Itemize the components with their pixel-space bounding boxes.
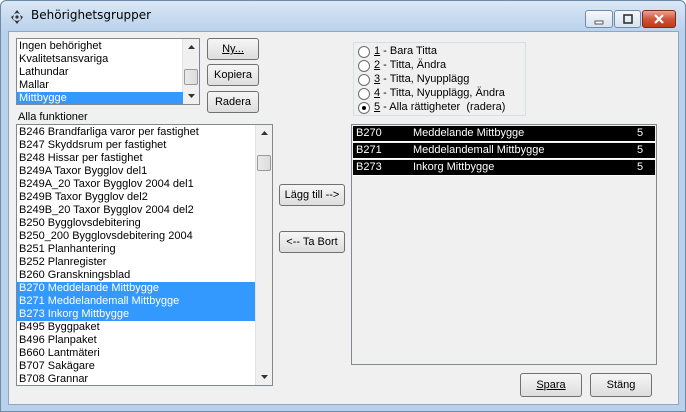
group-item[interactable]: Kvalitetsansvariga bbox=[17, 53, 183, 66]
assigned-code: B270 bbox=[356, 127, 382, 139]
close-dialog-button[interactable]: Stäng bbox=[590, 373, 652, 397]
close-button[interactable] bbox=[642, 10, 676, 28]
minimize-icon bbox=[594, 20, 604, 25]
rights-option-label: 3 - Titta, Nyupplägg bbox=[374, 73, 469, 86]
assigned-name: Meddelande Mittbygge bbox=[413, 127, 525, 139]
function-item[interactable]: B247 Skyddsrum per fastighet bbox=[17, 139, 255, 152]
assigned-code: B271 bbox=[356, 144, 382, 156]
scroll-thumb[interactable] bbox=[257, 155, 271, 171]
assigned-name: Meddelandemall Mittbygge bbox=[413, 144, 545, 156]
function-item[interactable]: B251 Planhantering bbox=[17, 243, 255, 256]
client-area: Ingen behörighet Kvalitetsansvariga Lathun… bbox=[8, 31, 679, 405]
scroll-down-arrow[interactable] bbox=[256, 369, 272, 385]
rights-radio-group: 1 - Bara Titta 2 - Titta, Ändra 3 - Titta,… bbox=[353, 42, 526, 116]
group-item[interactable]: Ingen behörighet bbox=[17, 40, 183, 53]
maximize-button[interactable] bbox=[614, 10, 641, 28]
function-item[interactable]: B496 Planpaket bbox=[17, 334, 255, 347]
delete-group-label: Radera bbox=[214, 96, 252, 108]
assigned-name: Inkorg Mittbygge bbox=[413, 161, 495, 173]
app-window: Behörighetsgrupper Ingen behörighet Kval… bbox=[0, 0, 686, 412]
function-item[interactable]: B252 Planregister bbox=[17, 256, 255, 269]
delete-group-button[interactable]: Radera bbox=[207, 91, 259, 113]
new-group-button[interactable]: Ny... bbox=[207, 38, 259, 60]
save-button[interactable]: Spara bbox=[520, 373, 582, 397]
remove-function-button[interactable]: <-- Ta Bort bbox=[279, 231, 345, 253]
functions-label: Alla funktioner bbox=[18, 111, 88, 123]
app-icon bbox=[11, 10, 23, 24]
radio-button[interactable] bbox=[358, 45, 370, 58]
close-icon bbox=[654, 14, 664, 24]
assigned-row[interactable]: B271 Meddelandemall Mittbygge 5 bbox=[353, 143, 655, 159]
function-item[interactable]: B249A Taxor Bygglov del1 bbox=[17, 165, 255, 178]
add-function-button[interactable]: Lägg till --> bbox=[279, 184, 345, 206]
functions-scrollbar[interactable] bbox=[255, 125, 272, 385]
copy-group-label: Kopiera bbox=[214, 69, 252, 81]
assigned-level: 5 bbox=[637, 161, 644, 173]
chevron-up-icon bbox=[260, 131, 268, 135]
radio-button[interactable] bbox=[358, 101, 370, 114]
function-item[interactable]: B707 Sakägare bbox=[17, 360, 255, 373]
rights-option-5[interactable]: 5 - Alla rättigheter (radera) bbox=[358, 101, 505, 114]
rights-option-2[interactable]: 2 - Titta, Ändra bbox=[358, 59, 446, 72]
new-group-label: Ny... bbox=[222, 43, 244, 55]
chevron-down-icon bbox=[260, 375, 268, 379]
rights-option-text: - Bara Titta bbox=[380, 45, 437, 57]
window-title: Behörighetsgrupper bbox=[31, 8, 152, 22]
add-function-label: Lägg till --> bbox=[284, 189, 340, 201]
function-item[interactable]: B249A_20 Taxor Bygglov 2004 del1 bbox=[17, 178, 255, 191]
function-item[interactable]: B248 Hissar per fastighet bbox=[17, 152, 255, 165]
rights-option-text: - Titta, Nyupplägg, Ändra bbox=[380, 87, 505, 99]
function-item[interactable]: B660 Lantmäteri bbox=[17, 347, 255, 360]
assigned-level: 5 bbox=[637, 144, 644, 156]
group-item[interactable]: Mallar bbox=[17, 79, 183, 92]
function-item[interactable]: B708 Grannar bbox=[17, 373, 255, 385]
rights-option-text: - Titta, Nyupplägg bbox=[380, 73, 470, 85]
maximize-icon bbox=[622, 14, 633, 24]
rights-option-4[interactable]: 4 - Titta, Nyupplägg, Ändra bbox=[358, 87, 505, 100]
rights-option-label: 4 - Titta, Nyupplägg, Ändra bbox=[374, 87, 505, 100]
function-item[interactable]: B260 Granskningsblad bbox=[17, 269, 255, 282]
scroll-up-arrow[interactable] bbox=[183, 39, 199, 55]
rights-option-text: - Alla rättigheter (radera) bbox=[380, 101, 506, 113]
function-item[interactable]: B246 Brandfarliga varor per fastighet bbox=[17, 126, 255, 139]
radio-button[interactable] bbox=[358, 73, 370, 86]
rights-option-label: 1 - Bara Titta bbox=[374, 45, 437, 58]
scroll-down-arrow[interactable] bbox=[183, 88, 199, 104]
radio-button[interactable] bbox=[358, 87, 370, 100]
rights-option-label: 2 - Titta, Ändra bbox=[374, 59, 446, 72]
radio-button[interactable] bbox=[358, 59, 370, 72]
scroll-thumb[interactable] bbox=[184, 69, 198, 85]
chevron-up-icon bbox=[187, 45, 195, 49]
group-item[interactable]: Mittbygge bbox=[17, 92, 183, 104]
assigned-functions-grid[interactable]: B270 Meddelande Mittbygge 5 B271 Meddelandem… bbox=[351, 124, 657, 365]
rights-option-1[interactable]: 1 - Bara Titta bbox=[358, 45, 437, 58]
function-item[interactable]: B250 Bygglovsdebitering bbox=[17, 217, 255, 230]
function-item[interactable]: B270 Meddelande Mittbygge bbox=[17, 282, 255, 295]
assigned-row[interactable]: B270 Meddelande Mittbygge 5 bbox=[353, 126, 655, 142]
remove-function-label: <-- Ta Bort bbox=[286, 236, 338, 248]
function-item[interactable]: B271 Meddelandemall Mittbygge bbox=[17, 295, 255, 308]
minimize-button[interactable] bbox=[585, 10, 613, 28]
function-item[interactable]: B273 Inkorg Mittbygge bbox=[17, 308, 255, 321]
close-dialog-label: Stäng bbox=[606, 379, 636, 391]
rights-option-label: 5 - Alla rättigheter (radera) bbox=[374, 101, 505, 114]
chevron-down-icon bbox=[187, 94, 195, 98]
group-item[interactable]: Lathundar bbox=[17, 66, 183, 79]
function-item[interactable]: B250_200 Bygglovsdebitering 2004 bbox=[17, 230, 255, 243]
copy-group-button[interactable]: Kopiera bbox=[207, 64, 259, 86]
assigned-level: 5 bbox=[637, 127, 644, 139]
function-item[interactable]: B249B Taxor Bygglov del2 bbox=[17, 191, 255, 204]
rights-option-text: - Titta, Ändra bbox=[380, 59, 447, 71]
groups-scrollbar[interactable] bbox=[182, 39, 199, 104]
save-label: Spara bbox=[536, 379, 566, 391]
assigned-row[interactable]: B273 Inkorg Mittbygge 5 bbox=[353, 160, 655, 176]
groups-listbox[interactable]: Ingen behörighet Kvalitetsansvariga Lathun… bbox=[16, 38, 200, 105]
rights-option-3[interactable]: 3 - Titta, Nyupplägg bbox=[358, 73, 469, 86]
functions-listbox[interactable]: B246 Brandfarliga varor per fastighet B24… bbox=[16, 124, 273, 386]
function-item[interactable]: B249B_20 Taxor Bygglov 2004 del2 bbox=[17, 204, 255, 217]
scroll-up-arrow[interactable] bbox=[256, 125, 272, 141]
assigned-code: B273 bbox=[356, 161, 382, 173]
function-item[interactable]: B495 Byggpaket bbox=[17, 321, 255, 334]
title-bar[interactable]: Behörighetsgrupper bbox=[1, 1, 685, 31]
